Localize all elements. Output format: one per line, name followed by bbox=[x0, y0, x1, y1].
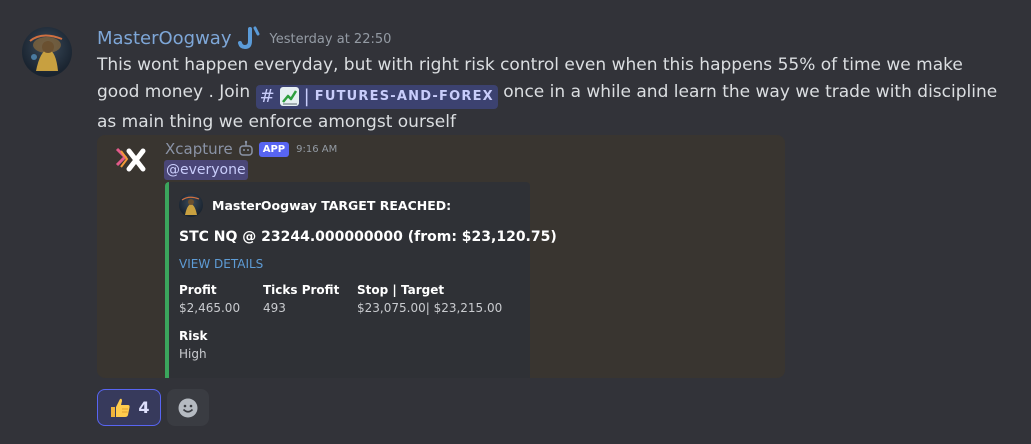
bot-message: Xcapture APP 9:16 AM @everyone MasterOog… bbox=[97, 135, 785, 378]
channel-mention[interactable]: # | FUTURES-AND-FOREX bbox=[255, 84, 498, 109]
embed-author: MasterOogway TARGET REACHED: bbox=[179, 193, 451, 217]
channel-separator: | bbox=[303, 85, 310, 107]
field-name: Ticks Profit bbox=[263, 283, 340, 297]
field-value: $23,075.00| $23,215.00 bbox=[357, 301, 503, 315]
bot-name[interactable]: Xcapture bbox=[165, 140, 233, 158]
field-profit: Profit $2,465.00 bbox=[179, 283, 240, 315]
reaction-thumbs-up[interactable]: 4 bbox=[97, 389, 161, 426]
app-badge: APP bbox=[258, 141, 290, 157]
field-name: Risk bbox=[179, 329, 208, 343]
field-name: Stop | Target bbox=[357, 283, 445, 297]
user-avatar[interactable] bbox=[22, 27, 72, 77]
field-risk: Risk High bbox=[179, 329, 207, 361]
thumbs-up-icon bbox=[111, 398, 131, 417]
username[interactable]: MasterOogway bbox=[97, 28, 231, 49]
bot-header: Xcapture APP 9:16 AM bbox=[165, 139, 337, 159]
reaction-count: 4 bbox=[138, 398, 150, 417]
embed-card: MasterOogway TARGET REACHED: STC NQ @ 23… bbox=[165, 182, 557, 378]
message-header: MasterOogway Yesterday at 22:50 bbox=[97, 25, 391, 51]
smiley-add-icon bbox=[178, 398, 198, 417]
role-icon bbox=[238, 26, 260, 50]
embed-author-avatar bbox=[179, 193, 203, 217]
field-value: $2,465.00 bbox=[179, 301, 241, 315]
message-timestamp: Yesterday at 22:50 bbox=[269, 32, 392, 47]
everyone-mention[interactable]: @everyone bbox=[164, 160, 248, 180]
field-value: 493 bbox=[263, 301, 286, 315]
field-name: Profit bbox=[179, 283, 217, 297]
embed-author-name: MasterOogway TARGET REACHED: bbox=[212, 197, 452, 213]
field-stop-target: Stop | Target $23,075.00| $23,215.00 bbox=[357, 283, 502, 315]
bot-timestamp: 9:16 AM bbox=[296, 143, 338, 155]
field-value: High bbox=[179, 347, 207, 361]
channel-hash: # bbox=[259, 85, 275, 107]
robot-icon bbox=[238, 140, 253, 156]
channel-name: FUTURES-AND-FOREX bbox=[314, 88, 494, 104]
field-ticks-profit: Ticks Profit 493 bbox=[263, 283, 339, 315]
view-details-link[interactable]: VIEW DETAILS bbox=[179, 257, 263, 271]
embed-title: STC NQ @ 23244.000000000 (from: $23,120.… bbox=[179, 229, 557, 245]
add-reaction-button[interactable] bbox=[167, 389, 209, 426]
bot-avatar[interactable] bbox=[115, 145, 149, 175]
chart-increasing-icon bbox=[279, 87, 299, 107]
message-content: This wont happen everyday, but with righ… bbox=[97, 52, 1007, 135]
